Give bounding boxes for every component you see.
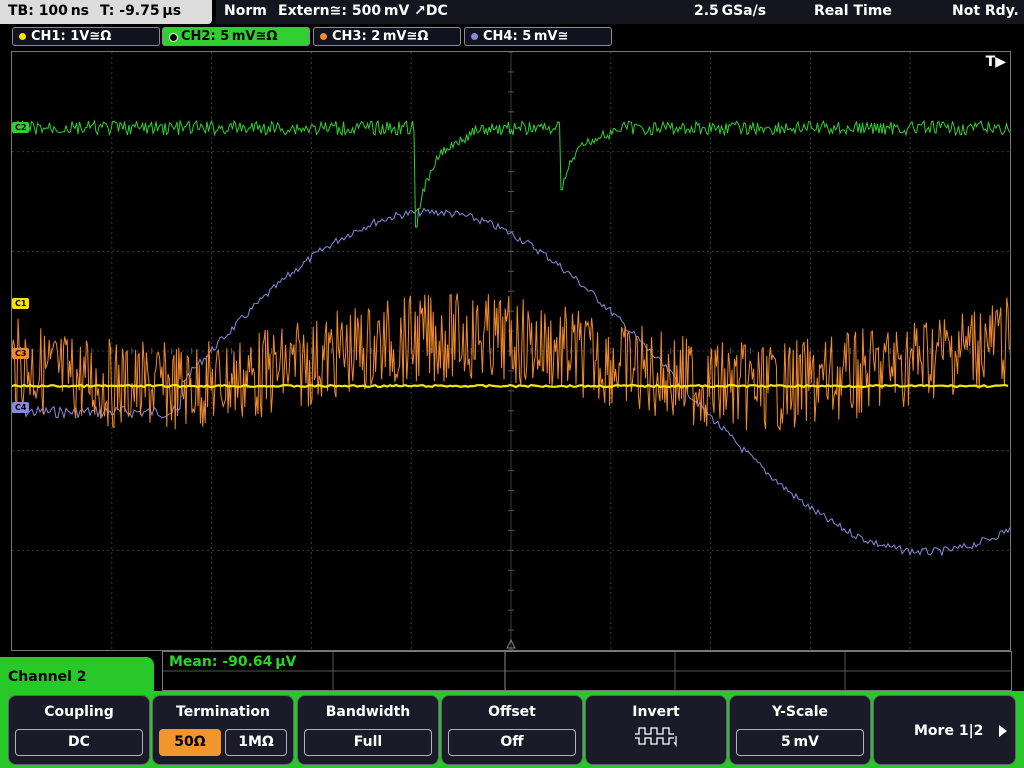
offset-softkey[interactable]: Offset Off [441, 695, 583, 765]
channel-tab-label: CH3: 2 mV≅Ω [332, 29, 429, 44]
more-label: More 1|2 [914, 723, 984, 739]
channel-tabs: CH1: 1V≅Ω CH2: 5 mV≅Ω CH3: 2 mV≅Ω CH4: 5… [0, 26, 1024, 48]
bandwidth-softkey[interactable]: Bandwidth Full [297, 695, 439, 765]
waveform-display[interactable]: T▶ C2 C1 C3 C4 [11, 51, 1011, 651]
termination-softkey[interactable]: Termination 50Ω 1MΩ [152, 695, 294, 765]
channel-tab-label: CH4: 5 mV≅ [483, 29, 569, 44]
channel-tab-label: CH1: 1V≅Ω [31, 29, 112, 44]
yscale-title: Y-Scale [771, 704, 828, 720]
ch1-offset-marker[interactable]: C1 [12, 298, 30, 309]
yscale-value-button[interactable]: 5 mV [736, 729, 864, 756]
coupling-title: Coupling [44, 704, 114, 720]
invert-softkey[interactable]: Invert [585, 695, 727, 765]
termination-title: Termination [176, 704, 270, 720]
acquisition-mode: Real Time [814, 3, 892, 19]
channel-tab-ch4[interactable]: CH4: 5 mV≅ [464, 27, 612, 46]
trigger-status-area[interactable]: Norm Extern≅: 500 mV ↗DC 2.5 GSa/s Real … [216, 0, 1024, 24]
ch3-offset-marker[interactable]: C3 [12, 348, 30, 359]
status-bar: TB: 100 ns T: -9.75 µs Norm Extern≅: 500… [0, 0, 1024, 24]
coupling-value-button[interactable]: DC [15, 729, 143, 756]
run-state: Not Rdy. [952, 3, 1019, 19]
sample-rate: 2.5 GSa/s [694, 3, 767, 19]
ch1-color-dot-icon [19, 33, 26, 40]
channel-tab-ch3[interactable]: CH3: 2 mV≅Ω [313, 27, 461, 46]
ch3-color-dot-icon [320, 33, 327, 40]
timebase-box[interactable]: TB: 100 ns T: -9.75 µs [0, 0, 212, 24]
yscale-softkey[interactable]: Y-Scale 5 mV [729, 695, 871, 765]
timebase-readout: TB: 100 ns [8, 3, 90, 19]
bandwidth-value-button[interactable]: Full [304, 729, 432, 756]
ch4-color-dot-icon [471, 33, 478, 40]
offset-title: Offset [488, 704, 536, 720]
invert-title: Invert [632, 704, 680, 720]
trigger-source: Extern≅: 500 mV ↗DC [278, 3, 448, 19]
ch1-waveform [12, 383, 1009, 389]
measurement-bar: Mean: -90.64 µV [162, 651, 1012, 691]
arrow-right-icon [999, 725, 1007, 737]
channel-tab-ch2[interactable]: CH2: 5 mV≅Ω [162, 27, 310, 46]
bandwidth-title: Bandwidth [325, 704, 411, 720]
ch4-offset-marker[interactable]: C4 [12, 402, 30, 413]
channel-tab-label: CH2: 5 mV≅Ω [181, 29, 278, 44]
trigger-position-icon[interactable]: T▶ [986, 54, 1006, 70]
channel-tab-ch1[interactable]: CH1: 1V≅Ω [12, 27, 160, 46]
invert-square-wave-icon [635, 727, 677, 747]
offset-value-button[interactable]: Off [448, 729, 576, 756]
ch2-offset-marker[interactable]: C2 [12, 122, 30, 133]
more-softkey[interactable]: More 1|2 [873, 695, 1016, 765]
termination-1mohm-option[interactable]: 1MΩ [225, 729, 287, 756]
termination-50ohm-option[interactable]: 50Ω [159, 729, 221, 756]
trigger-mode: Norm [224, 3, 267, 19]
coupling-softkey[interactable]: Coupling DC [8, 695, 150, 765]
waveform-canvas [12, 52, 1010, 650]
measurement-grid [163, 652, 1011, 690]
menu-title: Channel 2 [8, 669, 87, 685]
ch2-color-dot-icon [169, 33, 178, 42]
trigger-time-readout: T: -9.75 µs [100, 3, 182, 19]
